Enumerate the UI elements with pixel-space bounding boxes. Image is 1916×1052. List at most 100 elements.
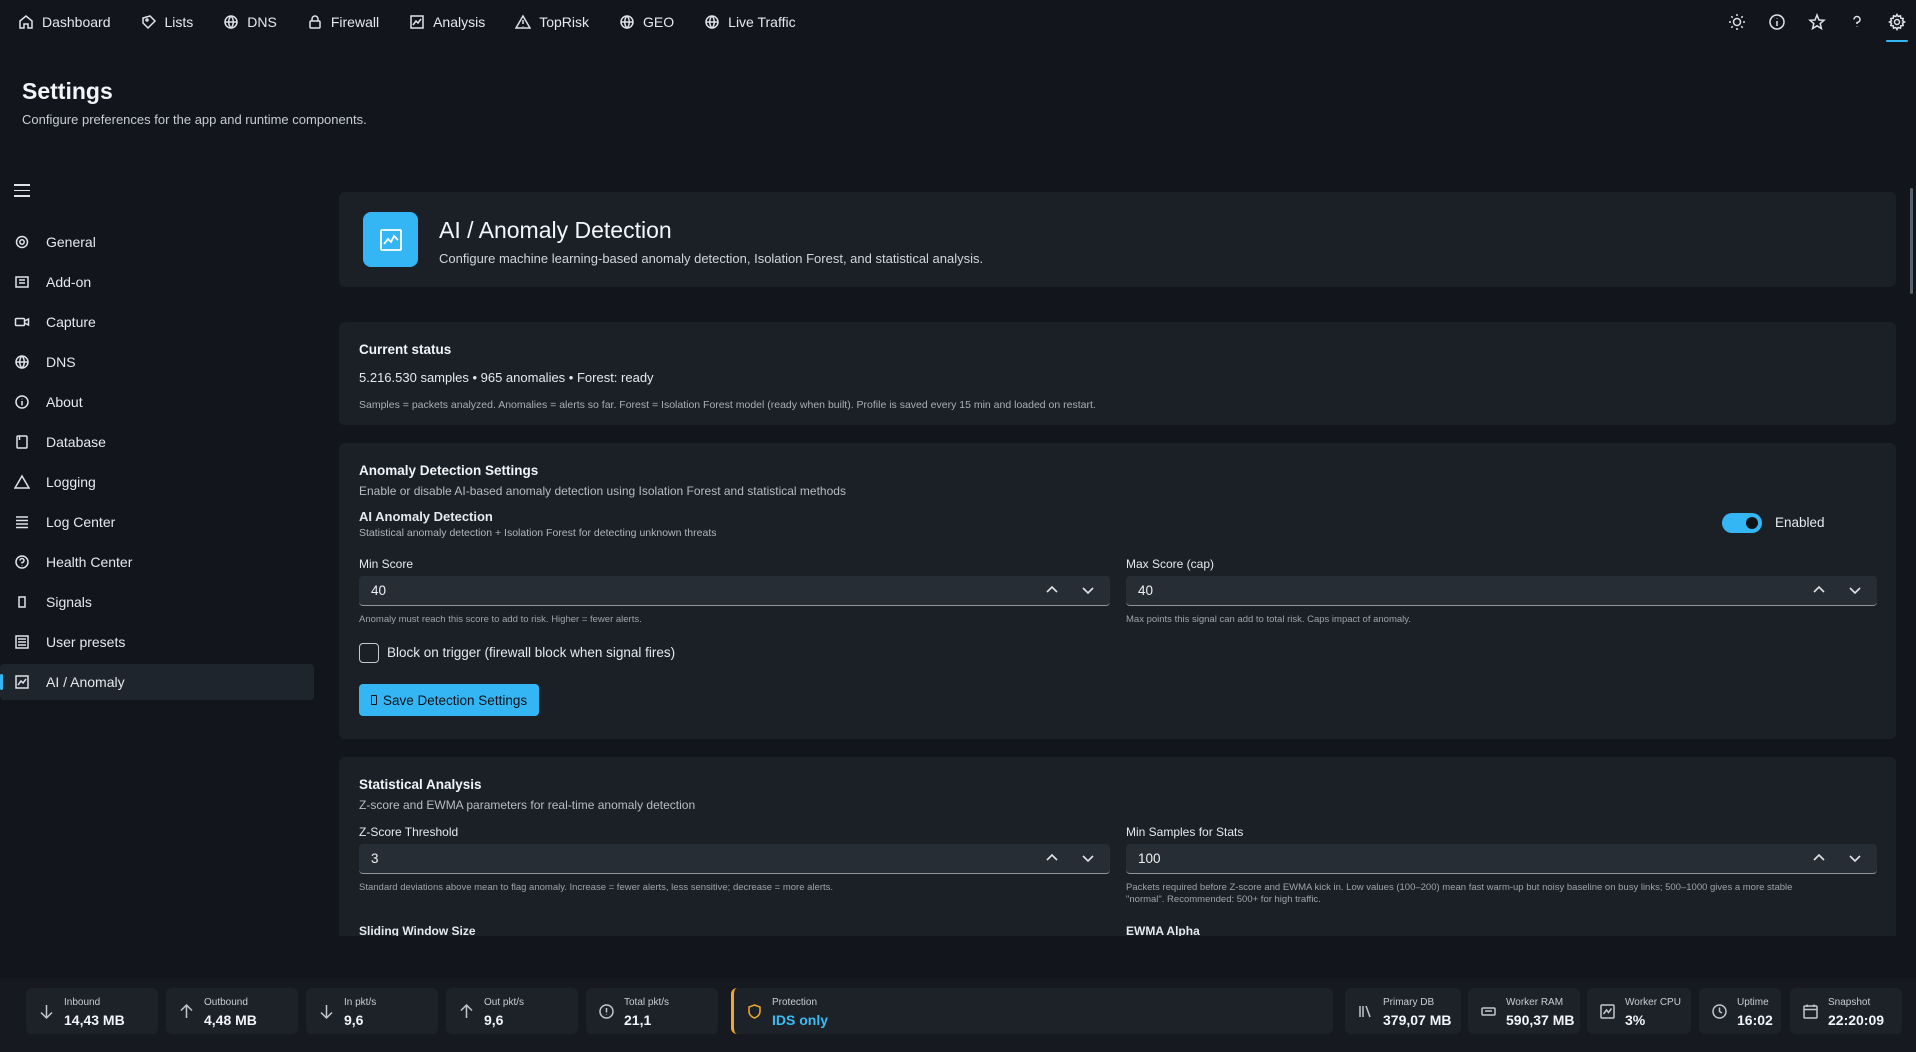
status-bar: Inbound 14,43 MB Outbound 4,48 MB In pkt…: [0, 978, 1916, 1052]
sidebar-item-capture[interactable]: Capture: [0, 304, 314, 340]
gear-icon[interactable]: [1886, 13, 1908, 42]
info-icon: [599, 1004, 614, 1019]
memory-icon: [1481, 1007, 1496, 1016]
section-description: Configure machine learning-based anomaly…: [439, 251, 984, 266]
ai-detection-desc: Statistical anomaly detection + Isolatio…: [359, 527, 717, 539]
globe-icon: [15, 355, 29, 370]
min-samples-input[interactable]: 100: [1126, 844, 1877, 874]
database-icon: [1359, 1005, 1371, 1018]
sidebar-item-dns[interactable]: DNS: [0, 344, 314, 380]
nav-dashboard[interactable]: Dashboard: [18, 0, 111, 44]
max-score-input[interactable]: 40: [1126, 576, 1877, 606]
info-icon[interactable]: [1768, 13, 1786, 31]
addon-icon: [15, 276, 29, 288]
max-score-label: Max Score (cap): [1126, 557, 1215, 571]
primary-db-value: 379,07 MB: [1383, 1012, 1452, 1028]
snapshot-value: 22:20:09: [1828, 1012, 1885, 1028]
nav-live-traffic[interactable]: Live Traffic: [704, 0, 796, 44]
detection-settings-card: Anomaly Detection Settings Enable or dis…: [339, 443, 1896, 739]
main-scrollbar[interactable]: [1910, 188, 1913, 294]
list-icon: [16, 516, 28, 529]
in-pkt-value: 9,6: [344, 1012, 364, 1028]
sidebar-item-about[interactable]: About: [0, 384, 314, 420]
star-icon[interactable]: [1808, 12, 1826, 31]
ai-detection-title: AI Anomaly Detection: [359, 509, 493, 524]
nav-analysis[interactable]: Analysis: [409, 0, 485, 44]
nav-toprisk[interactable]: TopRisk: [515, 0, 589, 44]
zscore-input[interactable]: 3: [359, 844, 1110, 874]
clock-icon: [1712, 1004, 1727, 1019]
sidebar-item-addon[interactable]: Add-on: [0, 264, 314, 300]
worker-cpu-label: Worker CPU: [1625, 997, 1681, 1008]
save-detection-label: Save Detection Settings: [383, 692, 528, 708]
worker-cpu-tile: Worker CPU 3%: [1587, 988, 1691, 1034]
help-icon[interactable]: [1848, 13, 1866, 31]
block-on-trigger-checkbox[interactable]: [359, 643, 379, 663]
sidebar-item-health-center[interactable]: Health Center: [0, 544, 314, 580]
nav-firewall[interactable]: Firewall: [307, 0, 379, 44]
nav-label: GEO: [643, 14, 675, 30]
detection-title: Anomaly Detection Settings: [359, 463, 539, 478]
sidebar-list: General Add-on Capture DNS About Databas…: [0, 224, 316, 704]
preset-icon: [15, 635, 29, 649]
sidebar-item-label: DNS: [46, 354, 76, 370]
nav-lists[interactable]: Lists: [141, 0, 193, 44]
nav-dns[interactable]: DNS: [223, 0, 277, 44]
arrow-down-icon: [320, 1005, 333, 1020]
min-score-input[interactable]: 40: [359, 576, 1110, 606]
nav-geo[interactable]: GEO: [619, 0, 674, 44]
arrow-down-icon: [40, 1005, 53, 1020]
nav-label: DNS: [247, 14, 277, 30]
chevron-up-icon[interactable]: [1811, 582, 1827, 598]
globe-icon: [620, 15, 634, 30]
section-title: AI / Anomaly Detection: [439, 217, 672, 243]
nav-label: Live Traffic: [728, 14, 796, 30]
statistical-analysis-card: Statistical Analysis Z-score and EWMA pa…: [339, 757, 1896, 936]
chevron-down-icon[interactable]: [1080, 850, 1096, 866]
chevron-up-icon[interactable]: [1811, 850, 1827, 866]
chevron-down-icon[interactable]: [1847, 850, 1863, 866]
worker-ram-value: 590,37 MB: [1506, 1012, 1575, 1028]
worker-ram-tile: Worker RAM 590,37 MB: [1468, 988, 1580, 1034]
protection-tile[interactable]: Protection IDS only: [731, 988, 1333, 1034]
uptime-value: 16:02: [1737, 1012, 1773, 1028]
sidebar-item-log-center[interactable]: Log Center: [0, 504, 314, 540]
page-subtitle: Configure preferences for the app and ru…: [22, 112, 367, 127]
sidebar-item-signals[interactable]: Signals: [0, 584, 314, 620]
detection-description: Enable or disable AI-based anomaly detec…: [359, 484, 846, 498]
hamburger-menu-icon[interactable]: [14, 184, 30, 198]
inbound-tile: Inbound 14,43 MB: [26, 988, 158, 1034]
save-detection-button[interactable]: Save Detection Settings: [359, 684, 540, 716]
sidebar-item-label: Health Center: [46, 554, 133, 570]
zscore-label: Z-Score Threshold: [359, 825, 459, 839]
settings-main: AI / Anomaly Detection Configure machine…: [339, 192, 1896, 936]
ai-detection-toggle[interactable]: [1722, 513, 1762, 533]
page-title: Settings: [22, 78, 113, 104]
chart-icon: [410, 15, 424, 29]
sun-icon[interactable]: [1728, 13, 1746, 31]
nav-label: Dashboard: [42, 14, 111, 30]
sidebar-item-logging[interactable]: Logging: [0, 464, 314, 500]
chart-icon: [15, 675, 29, 689]
globe-icon: [705, 15, 719, 30]
gear-icon: [15, 235, 29, 249]
worker-ram-label: Worker RAM: [1506, 997, 1564, 1008]
chevron-up-icon[interactable]: [1044, 850, 1060, 866]
sidebar-item-database[interactable]: Database: [0, 424, 314, 460]
sidebar-item-label: Log Center: [46, 514, 116, 530]
sidebar-item-general[interactable]: General: [0, 224, 314, 260]
home-icon: [19, 15, 33, 29]
sidebar-item-label: General: [46, 234, 96, 250]
out-pkt-tile: Out pkt/s 9,6: [446, 988, 578, 1034]
section-header-card: AI / Anomaly Detection Configure machine…: [339, 192, 1896, 287]
sidebar-item-user-presets[interactable]: User presets: [0, 624, 314, 660]
sidebar-item-ai-anomaly[interactable]: AI / Anomaly: [0, 664, 314, 700]
anomaly-chart-icon: [363, 212, 418, 267]
chevron-up-icon[interactable]: [1044, 582, 1060, 598]
chevron-down-icon[interactable]: [1080, 582, 1096, 598]
ai-detection-state: Enabled: [1775, 515, 1825, 530]
sidebar-item-label: Database: [46, 434, 106, 450]
chevron-down-icon[interactable]: [1847, 582, 1863, 598]
min-samples-value: 100: [1138, 851, 1161, 866]
status-summary: 5.216.530 samples • 965 anomalies • Fore…: [359, 370, 654, 385]
